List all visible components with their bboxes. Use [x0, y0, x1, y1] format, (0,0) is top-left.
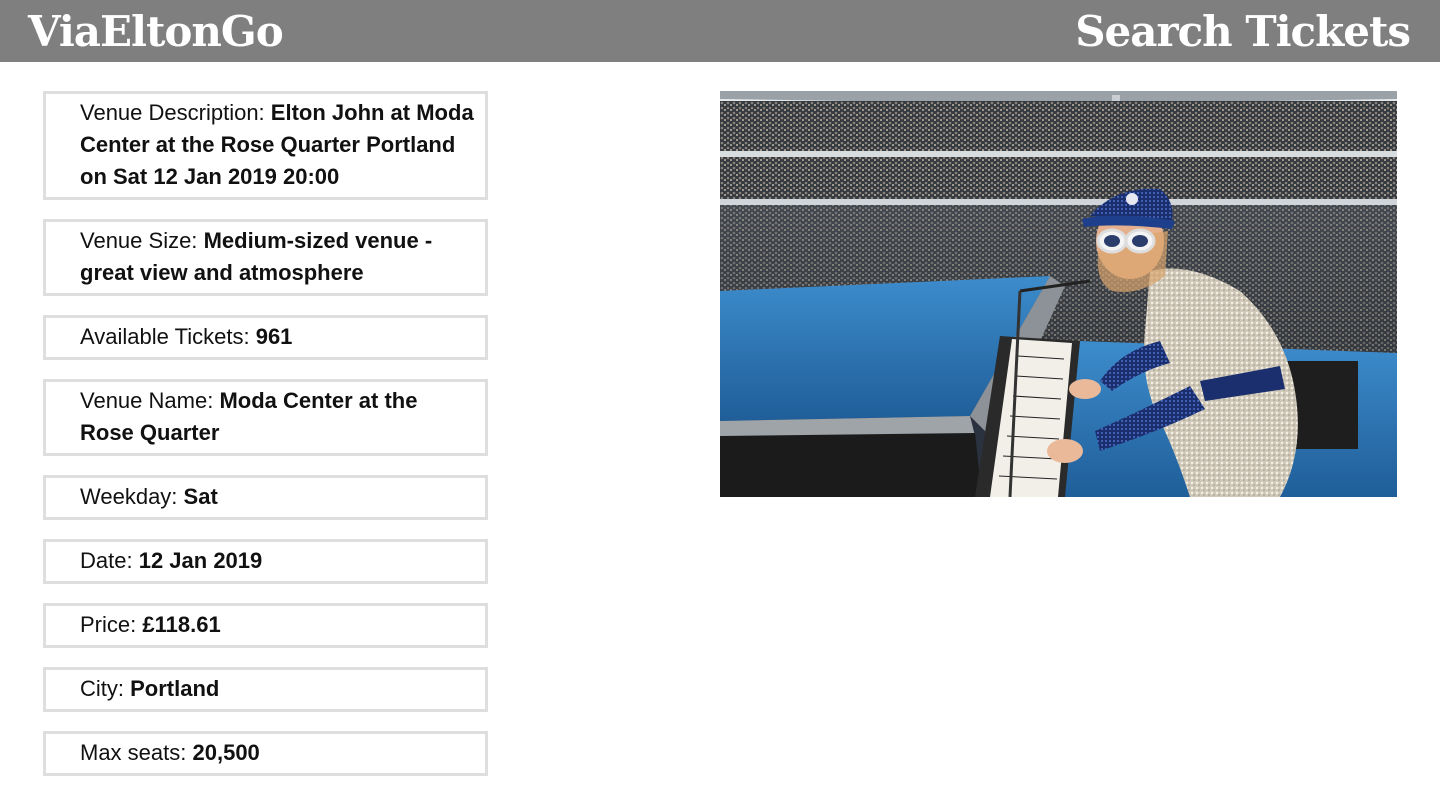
piano-body — [720, 433, 982, 497]
detail-max-seats: Max seats: 20,500 — [43, 731, 488, 776]
ticket-details-panel: Venue Description: Elton John at Moda Ce… — [43, 91, 488, 795]
detail-available-tickets: Available Tickets: 961 — [43, 315, 488, 360]
detail-value: Portland — [130, 676, 220, 701]
detail-label: Date: — [80, 548, 133, 573]
concert-photo — [720, 91, 1397, 497]
detail-label: Max seats: — [80, 740, 187, 765]
detail-label: Venue Description: — [80, 100, 265, 125]
brand-logo-link[interactable]: ViaEltonGo — [28, 4, 284, 60]
detail-value: Sat — [183, 484, 218, 509]
detail-label: Price: — [80, 612, 137, 637]
detail-venue-description: Venue Description: Elton John at Moda Ce… — [43, 91, 488, 200]
detail-city: City: Portland — [43, 667, 488, 712]
detail-venue-size: Venue Size: Medium-sized venue - great v… — [43, 219, 488, 296]
search-tickets-link[interactable]: Search Tickets — [1075, 4, 1411, 60]
detail-price: Price: £118.61 — [43, 603, 488, 648]
detail-label: Venue Name: — [80, 388, 214, 413]
detail-weekday: Weekday: Sat — [43, 475, 488, 520]
top-header: ViaEltonGo Search Tickets — [0, 0, 1440, 62]
detail-venue-name: Venue Name: Moda Center at the Rose Quar… — [43, 379, 488, 456]
detail-value: £118.61 — [142, 612, 221, 637]
detail-label: Available Tickets: — [80, 324, 250, 349]
detail-value: 20,500 — [192, 740, 260, 765]
middle-crowd — [720, 157, 1397, 201]
detail-date: Date: 12 Jan 2019 — [43, 539, 488, 584]
detail-value: 961 — [255, 324, 293, 349]
upper-crowd — [720, 101, 1397, 159]
detail-label: City: — [80, 676, 124, 701]
detail-label: Venue Size: — [80, 228, 198, 253]
detail-value: 12 Jan 2019 — [138, 548, 263, 573]
concert-photo-illustration — [720, 91, 1397, 497]
detail-label: Weekday: — [80, 484, 178, 509]
